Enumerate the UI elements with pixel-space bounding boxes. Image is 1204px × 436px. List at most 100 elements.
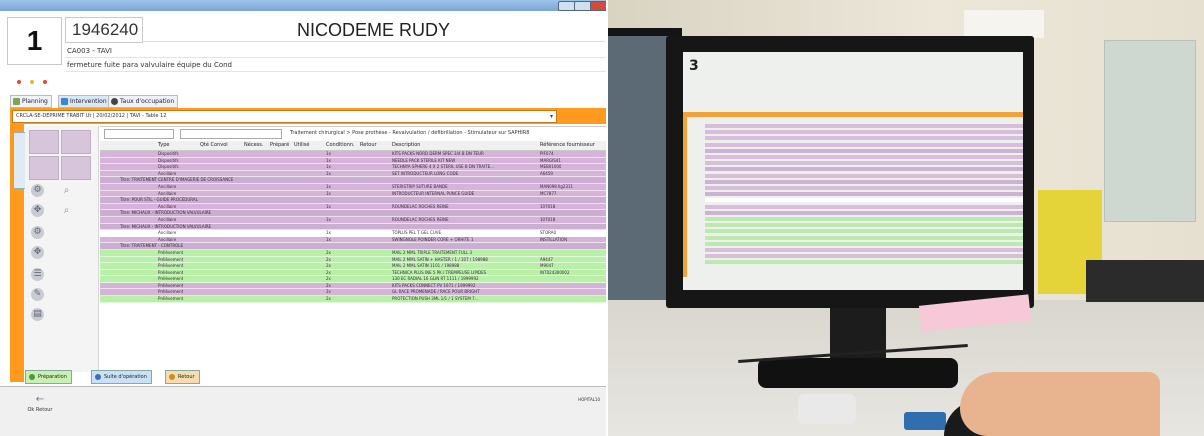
tab-label: Intervention: [70, 98, 107, 105]
cell-description: TECHNYA SPHERE 4 X 2 STERIL USE B DN TRA…: [392, 164, 494, 170]
cell-packaging: 1x: [326, 236, 331, 242]
tool-tile[interactable]: [29, 130, 59, 154]
cell-reference: M9047: [540, 263, 554, 269]
intervention-select[interactable]: CRCLA-SE-DEPRIME TRABIT Ut | 20/02/2012 …: [12, 110, 557, 123]
tool-row[interactable]: ▤: [29, 306, 97, 324]
mouse-pad-object: [798, 394, 856, 424]
return-icon: [169, 374, 175, 380]
cell-type: Ancillaire: [158, 216, 177, 222]
table-row[interactable]: Titre: TRAITEMENT - CONTROLE: [100, 243, 606, 250]
screen-side-bar: [683, 117, 687, 277]
title-bar: [0, 0, 606, 11]
application-window: 1 1946240 NICODEME RUDY CA003 - TAVI fer…: [0, 0, 606, 436]
cell-packaging: 2x: [326, 269, 331, 275]
tool-row[interactable]: ☰: [29, 266, 97, 284]
search-icon: ⌕: [63, 205, 70, 216]
cell-reference: INSTILLATION: [540, 236, 568, 242]
table-row[interactable]: Prélèvement 2x MAIL 2 MML SATIN 1101 / 198…: [100, 263, 606, 270]
patient-header: 1 1946240 NICODEME RUDY CA003 - TAVI fer…: [7, 17, 606, 92]
table-row[interactable]: Prélèvement 2x TECHNICA PLUS INE 5 PK / TR…: [100, 269, 606, 277]
status-dots: [17, 69, 51, 88]
table-row[interactable]: Ancillaire 1x STERISTRIP SUTURE BANDE MAN09…: [100, 183, 606, 191]
table-row[interactable]: Dispositifs 1x NEEDLE PACK STERILE KIT NEW…: [100, 157, 606, 165]
table-row[interactable]: Titre: MICHAUX - INTRODUCTION VALVULAIRE: [100, 210, 606, 217]
screen-table-row: [705, 155, 1023, 159]
tab-return[interactable]: Retour: [165, 370, 200, 384]
tab-occupation[interactable]: Taux d'occupation: [108, 95, 179, 108]
status-dot-icon: [17, 80, 21, 84]
tab-planning[interactable]: Planning: [10, 95, 52, 108]
table-row[interactable]: Dispositifs 1x TECHNYA SPHERE 4 X 2 STERIL…: [100, 164, 606, 171]
footer-bar: ← Ok Retour HOPITAL10: [0, 386, 606, 436]
table-row[interactable]: Ancillaire 1x INTRODUCTEUR INTERNAL PUNCE …: [100, 190, 606, 198]
screen-table-row: [705, 179, 1023, 184]
table-row[interactable]: Titre: MICHAUX - INTRODUCTION VALVULAIRE: [100, 223, 606, 231]
cell-type: Ancillaire: [158, 190, 177, 196]
table-row[interactable]: Titre: POUR STIL - GUIDE PROCÉDURAL: [100, 197, 606, 204]
filter-input[interactable]: [180, 129, 282, 139]
table-row[interactable]: Prélèvement 2x 130 EC RADIAL 16 GLIN RT 11…: [100, 276, 606, 283]
table-row[interactable]: Ancillaire 1x ROUNDELAC ROCHES REINE 107018: [100, 203, 606, 211]
cell-type: Titre: TRAITEMENT - CONTROLE: [120, 243, 184, 249]
table-row[interactable]: Ancillaire 1x SWINGNOLE POINDER CORE + ORH…: [100, 236, 606, 244]
screen-table-row: [705, 235, 1023, 240]
screen-table-row: [705, 124, 1023, 128]
tool-row[interactable]: ⚙ ⌕: [29, 182, 97, 200]
wall-cabinet: [1104, 40, 1196, 222]
procedure-code: CA003 - TAVI: [65, 45, 606, 58]
col-qty: Qté Convol: [200, 142, 228, 148]
close-button[interactable]: [590, 1, 606, 11]
cell-type: Titre: POUR STIL - GUIDE PROCÉDURAL: [120, 197, 198, 203]
table-row[interactable]: Titre: TRAITEMENT CENTRE D'IMAGERIE DE C…: [100, 177, 606, 184]
tool-tile[interactable]: [61, 130, 91, 154]
table-row[interactable]: Prélèvement 2x MAIL 2 MML SATIN + HASTER /…: [100, 256, 606, 264]
cell-type: Dispositifs: [158, 151, 179, 156]
cell-reference: MEB01000: [540, 164, 562, 170]
clock-icon: [111, 98, 118, 105]
cell-type: Titre: MICHAUX - INTRODUCTION VALVULAIRE: [120, 210, 212, 216]
tool-row[interactable]: ✥: [29, 244, 97, 262]
tool-row[interactable]: ✥ ⌕: [29, 202, 97, 220]
tab-intervention[interactable]: Intervention: [58, 95, 111, 108]
cell-description: TOPLUS PEL T GEL CUVE: [392, 230, 442, 236]
cell-reference: PIF074: [540, 151, 554, 156]
cell-type: Prélèvement: [158, 276, 184, 282]
tool-row[interactable]: ⚙: [29, 224, 97, 242]
table-row[interactable]: Ancillaire 1x SET INTRODUCTEUR LONG CODE A6…: [100, 170, 606, 178]
cell-description: TECHNICA PLUS INE 5 PK / TREMPEUSE LIPID…: [392, 269, 487, 275]
cell-description: SET INTRODUCTEUR LONG CODE: [392, 170, 459, 176]
move-icon: ✥: [31, 204, 44, 217]
tab-operation-follow-up[interactable]: Suite d'opération: [91, 370, 152, 384]
screen-table-row: [705, 186, 1023, 190]
table-row[interactable]: Dispositifs 1x KITS PACKS NORD DERM SPEC 3…: [100, 151, 606, 158]
tab-preparation[interactable]: Préparation: [25, 370, 72, 384]
table-row[interactable]: Prélèvement 2x GL RACE PROMENADE / RACE PO…: [100, 289, 606, 297]
edit-icon: ✎: [31, 288, 44, 301]
table-row[interactable]: Ancillaire 1x ROUNDELAC ROCHES REINE 107018: [100, 216, 606, 224]
cell-packaging: 2x: [326, 276, 331, 282]
cell-packaging: 1x: [326, 216, 331, 222]
table-row[interactable]: Prélèvement 2x MAIL 2 MML TRIPLE TRAITEMEN…: [100, 249, 606, 257]
cell-description: 130 EC RADIAL 16 GLIN RT 1111 / 1999992: [392, 276, 479, 282]
col-type: Type: [158, 142, 170, 148]
filter-path: Traitement chirurgical > Pose prothèse -…: [290, 130, 530, 136]
cell-type: Prélèvement: [158, 296, 184, 302]
hand: [960, 372, 1160, 436]
tool-tile[interactable]: [29, 156, 59, 180]
cell-description: MAIL 2 MML TRIPLE TRAITEMENT FULL 3: [392, 249, 473, 255]
cell-type: Dispositifs: [158, 157, 179, 163]
table-row[interactable]: Prélèvement 2x PROTECTION PUSH 3ML 1/1 / 1…: [100, 296, 606, 303]
search-icon: ⌕: [63, 185, 70, 196]
screen-table-row: [705, 148, 1023, 153]
screen-table-row: [705, 136, 1023, 141]
tool-tile[interactable]: [61, 156, 91, 180]
tab-label: Préparation: [38, 374, 67, 380]
monitor-base: [758, 358, 958, 388]
tool-row[interactable]: ✎: [29, 286, 97, 304]
table-row[interactable]: Ancillaire 1x TOPLUS PEL T GEL CUVE STORA0: [100, 230, 606, 237]
list-icon: ☰: [31, 268, 44, 281]
filter-select[interactable]: [104, 129, 174, 139]
col-reference: Référence fournisseur: [540, 142, 595, 148]
back-button[interactable]: ← Ok Retour: [16, 393, 64, 423]
table-row[interactable]: Prélèvement 2x KITS PACKS CONNECT PV 1971 …: [100, 282, 606, 290]
